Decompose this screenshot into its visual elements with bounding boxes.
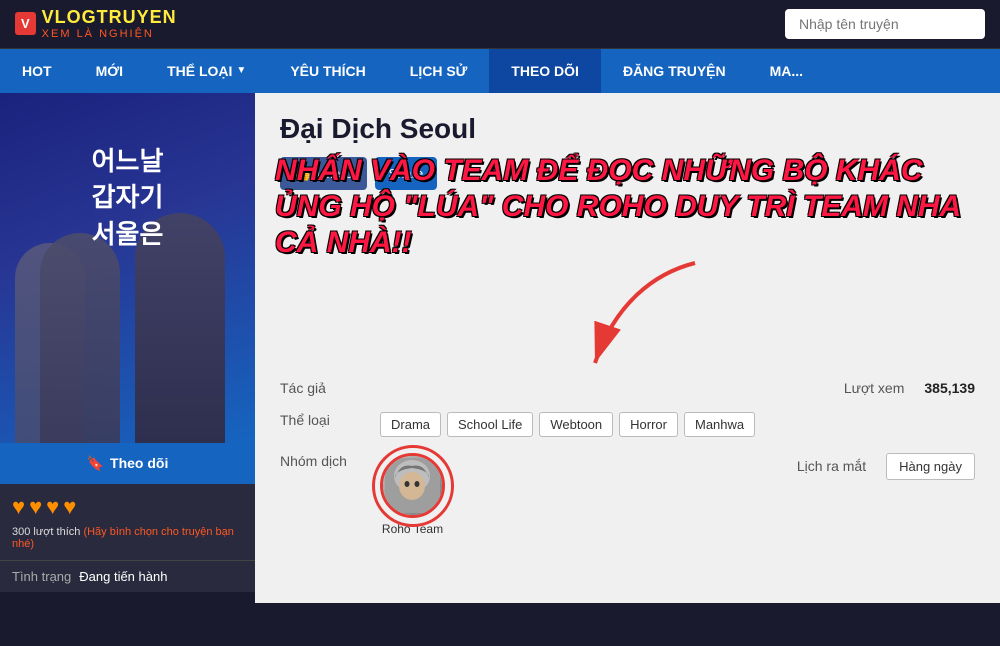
arrow-overlay (555, 253, 715, 378)
nav-item-moi[interactable]: MỚI (74, 49, 146, 93)
nav-item-dangtuyen[interactable]: ĐĂNG TRUYỆN (601, 49, 748, 93)
group-avatar (380, 453, 445, 518)
genre-tags: Drama School Life Webtoon Horror Manhwa (380, 412, 755, 437)
star-2[interactable]: ♥ (29, 494, 42, 520)
author-row: Tác giả Lượt xem 385,139 (280, 380, 975, 396)
views-value: 385,139 (924, 380, 975, 396)
promo-overlay: NHẤN VÀO TEAM ĐỂ ĐỌC NHỮNG BỘ KHÁC ỦNG H… (255, 153, 1000, 261)
nav-item-hot[interactable]: HOT (0, 49, 74, 93)
release-area: Lịch ra mắt Hàng ngày (797, 453, 975, 480)
nav-item-yeuthich[interactable]: YÊU THÍCH (268, 49, 387, 93)
genre-tag-horror[interactable]: Horror (619, 412, 678, 437)
manga-cover: ROHOTEAM VLOGTRUYENXEM LÀ NGHIỆN 어느 (0, 93, 255, 443)
main-content: ROHOTEAM VLOGTRUYENXEM LÀ NGHIỆN 어느 (0, 93, 1000, 603)
logo-main: VLOGTRUYEN (42, 8, 177, 28)
genre-row: Thể loại Drama School Life Webtoon Horro… (280, 412, 975, 437)
logo-text: VLOGTRUYEN XEM LÀ NGHIỆN (42, 8, 177, 40)
genre-tag-manhwa[interactable]: Manhwa (684, 412, 755, 437)
stars[interactable]: ♥ ♥ ♥ ♥ (12, 494, 243, 520)
search-input[interactable] (785, 9, 985, 39)
rating-text: 300 lượt thích (Hãy bình chọn cho truyện… (12, 526, 243, 550)
header: V VLOGTRUYEN XEM LÀ NGHIỆN (0, 0, 1000, 49)
group-name: Roho Team (382, 522, 443, 536)
status-label: Tình trạng (12, 569, 71, 584)
main-nav: HOT MỚI THỂ LOẠI ▼ YÊU THÍCH LỊCH SỬ THE… (0, 49, 1000, 93)
promo-text: NHẤN VÀO TEAM ĐỂ ĐỌC NHỮNG BỘ KHÁC ỦNG H… (275, 153, 980, 261)
author-label: Tác giả (280, 380, 360, 396)
manga-title-vn: Đại Dịch Seoul (280, 113, 975, 145)
info-section: Tác giả Lượt xem 385,139 Thể loại Drama … (280, 380, 975, 536)
left-panel: ROHOTEAM VLOGTRUYENXEM LÀ NGHIỆN 어느 (0, 93, 255, 603)
logo-icon: V (15, 12, 36, 35)
avatar-inner (383, 456, 442, 515)
nav-item-theodoi[interactable]: THEO DÕI (489, 49, 601, 93)
manga-title-korean: 어느날갑자기서울은 (0, 143, 255, 252)
genre-label: Thể loại (280, 412, 360, 428)
chevron-down-icon: ▼ (236, 65, 246, 76)
star-3[interactable]: ♥ (46, 494, 59, 520)
group-avatar-wrap[interactable]: Roho Team (380, 453, 445, 536)
status-area: Tình trạng Đang tiến hành (0, 560, 255, 592)
star-1[interactable]: ♥ (12, 494, 25, 520)
views-area: Lượt xem 385,139 (844, 380, 975, 396)
logo-area[interactable]: V VLOGTRUYEN XEM LÀ NGHIỆN (15, 8, 177, 40)
release-label: Lịch ra mắt (797, 458, 866, 474)
nav-item-theloai[interactable]: THỂ LOẠI ▼ (145, 49, 268, 93)
release-value: Hàng ngày (886, 453, 975, 480)
nav-item-lichsu[interactable]: LỊCH SỬ (388, 49, 490, 93)
bookmark-icon: 🔖 (87, 455, 104, 472)
genre-tag-drama[interactable]: Drama (380, 412, 441, 437)
logo-sub: XEM LÀ NGHIỆN (42, 28, 177, 40)
genre-tag-webtoon[interactable]: Webtoon (539, 412, 613, 437)
star-4[interactable]: ♥ (63, 494, 76, 520)
group-row: Nhóm dịch (280, 453, 975, 536)
right-panel: Đại Dịch Seoul 👍 Like 0 Share NHẤN VÀO T… (255, 93, 1000, 603)
views-label: Lượt xem (844, 380, 905, 396)
status-value: Đang tiến hành (79, 569, 167, 584)
nav-item-ma[interactable]: MA... (748, 49, 825, 93)
rating-area: ♥ ♥ ♥ ♥ 300 lượt thích (Hãy bình chọn ch… (0, 484, 255, 560)
genre-tag-schoollife[interactable]: School Life (447, 412, 533, 437)
follow-button[interactable]: 🔖 Theo dõi (0, 443, 255, 484)
group-label: Nhóm dịch (280, 453, 360, 469)
